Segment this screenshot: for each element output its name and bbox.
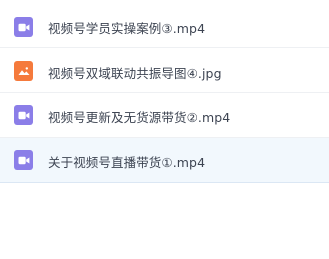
file-row[interactable]: 视频号双域联动共振导图④.jpg [0, 48, 329, 93]
file-name: 视频号更新及无货源带货②.mp4 [48, 110, 231, 125]
file-name: 关于视频号直播带货①.mp4 [48, 155, 206, 170]
file-row[interactable]: 视频号更新及无货源带货②.mp4 [0, 93, 329, 138]
video-file-icon [14, 105, 33, 125]
file-list: 视频号学员实操案例③.mp4 视频号双域联动共振导图④.jpg 视频号更新及无货… [0, 0, 329, 185]
file-row-selected[interactable]: 关于视频号直播带货①.mp4 [0, 138, 329, 183]
video-file-icon [14, 17, 33, 37]
file-name: 视频号学员实操案例③.mp4 [48, 21, 206, 36]
video-file-icon [14, 150, 33, 170]
file-name: 视频号双域联动共振导图④.jpg [48, 66, 222, 81]
image-file-icon [14, 61, 33, 81]
file-row[interactable]: 视频号学员实操案例③.mp4 [0, 0, 329, 48]
